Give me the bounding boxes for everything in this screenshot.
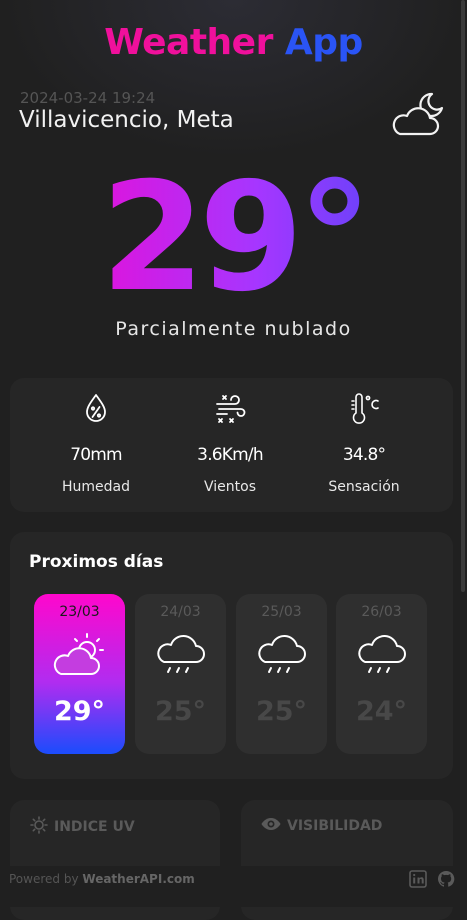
thermometer-icon <box>304 392 424 428</box>
wind-icon <box>170 392 290 428</box>
app-title: Weather App <box>0 22 467 63</box>
humidity-value: 70mm <box>70 445 122 465</box>
uv-index-header: INDICE UV <box>30 816 135 838</box>
forecast-day-25-03[interactable]: 25/03 25° <box>236 594 327 754</box>
sun-icon <box>30 816 48 838</box>
forecast-card: Proximos días 23/03 29° 24/03 25° 25/03 … <box>10 532 453 779</box>
wind-label: Vientos <box>204 479 256 495</box>
forecast-date: 25/03 <box>261 604 302 620</box>
forecast-date: 24/03 <box>160 604 201 620</box>
forecast-temp: 25° <box>154 696 207 727</box>
feels-like-label: Sensación <box>328 479 400 495</box>
humidity-label: Humedad <box>61 479 130 495</box>
linkedin-icon[interactable] <box>409 870 427 892</box>
humidity-icon <box>36 392 156 428</box>
rain-cloud-icon <box>336 630 427 680</box>
footer: Powered by WeatherAPI.com <box>0 866 467 907</box>
github-icon[interactable] <box>437 870 455 892</box>
app-title-word-weather: Weather <box>104 22 273 63</box>
city-name: Villavicencio, Meta <box>19 107 234 133</box>
eye-icon <box>261 816 281 836</box>
local-datetime: 2024-03-24 19:24 <box>20 89 156 107</box>
forecast-date: 26/03 <box>361 604 402 620</box>
partly-cloudy-day-icon <box>34 630 125 680</box>
powered-by-prefix: Powered by <box>9 872 79 886</box>
forecast-temp: 24° <box>355 696 408 727</box>
powered-by: Powered by WeatherAPI.com <box>9 872 195 886</box>
stat-feels-like: 34.8° Sensación <box>304 392 424 495</box>
visibility-label: VISIBILIDAD <box>287 818 383 834</box>
app-title-word-app: App <box>284 22 363 63</box>
social-links <box>409 870 455 892</box>
forecast-date: 23/03 <box>59 604 100 620</box>
feels-like-value: 34.8° <box>342 445 386 465</box>
forecast-day-23-03[interactable]: 23/03 29° <box>34 594 125 754</box>
forecast-day-26-03[interactable]: 26/03 24° <box>336 594 427 754</box>
visibility-header: VISIBILIDAD <box>261 816 382 836</box>
wind-value: 3.6Km/h <box>197 445 263 465</box>
stat-humidity: 70mm Humedad <box>36 392 156 495</box>
current-stats-card: 70mm Humedad 3.6Km/h Vientos 34.8° Sensa… <box>10 378 453 512</box>
forecast-temp: 25° <box>255 696 308 727</box>
stat-wind: 3.6Km/h Vientos <box>170 392 290 495</box>
forecast-title: Proximos días <box>29 552 164 572</box>
partly-cloudy-night-icon <box>388 90 444 142</box>
forecast-temp: 29° <box>53 696 106 727</box>
current-condition: Parcialmente nublado <box>115 318 352 340</box>
rain-cloud-icon <box>236 630 327 680</box>
weatherapi-link[interactable]: WeatherAPI.com <box>82 872 194 886</box>
forecast-day-24-03[interactable]: 24/03 25° <box>135 594 226 754</box>
uv-index-label: INDICE UV <box>54 819 135 835</box>
current-temperature: 29° <box>0 158 467 318</box>
rain-cloud-icon <box>135 630 226 680</box>
